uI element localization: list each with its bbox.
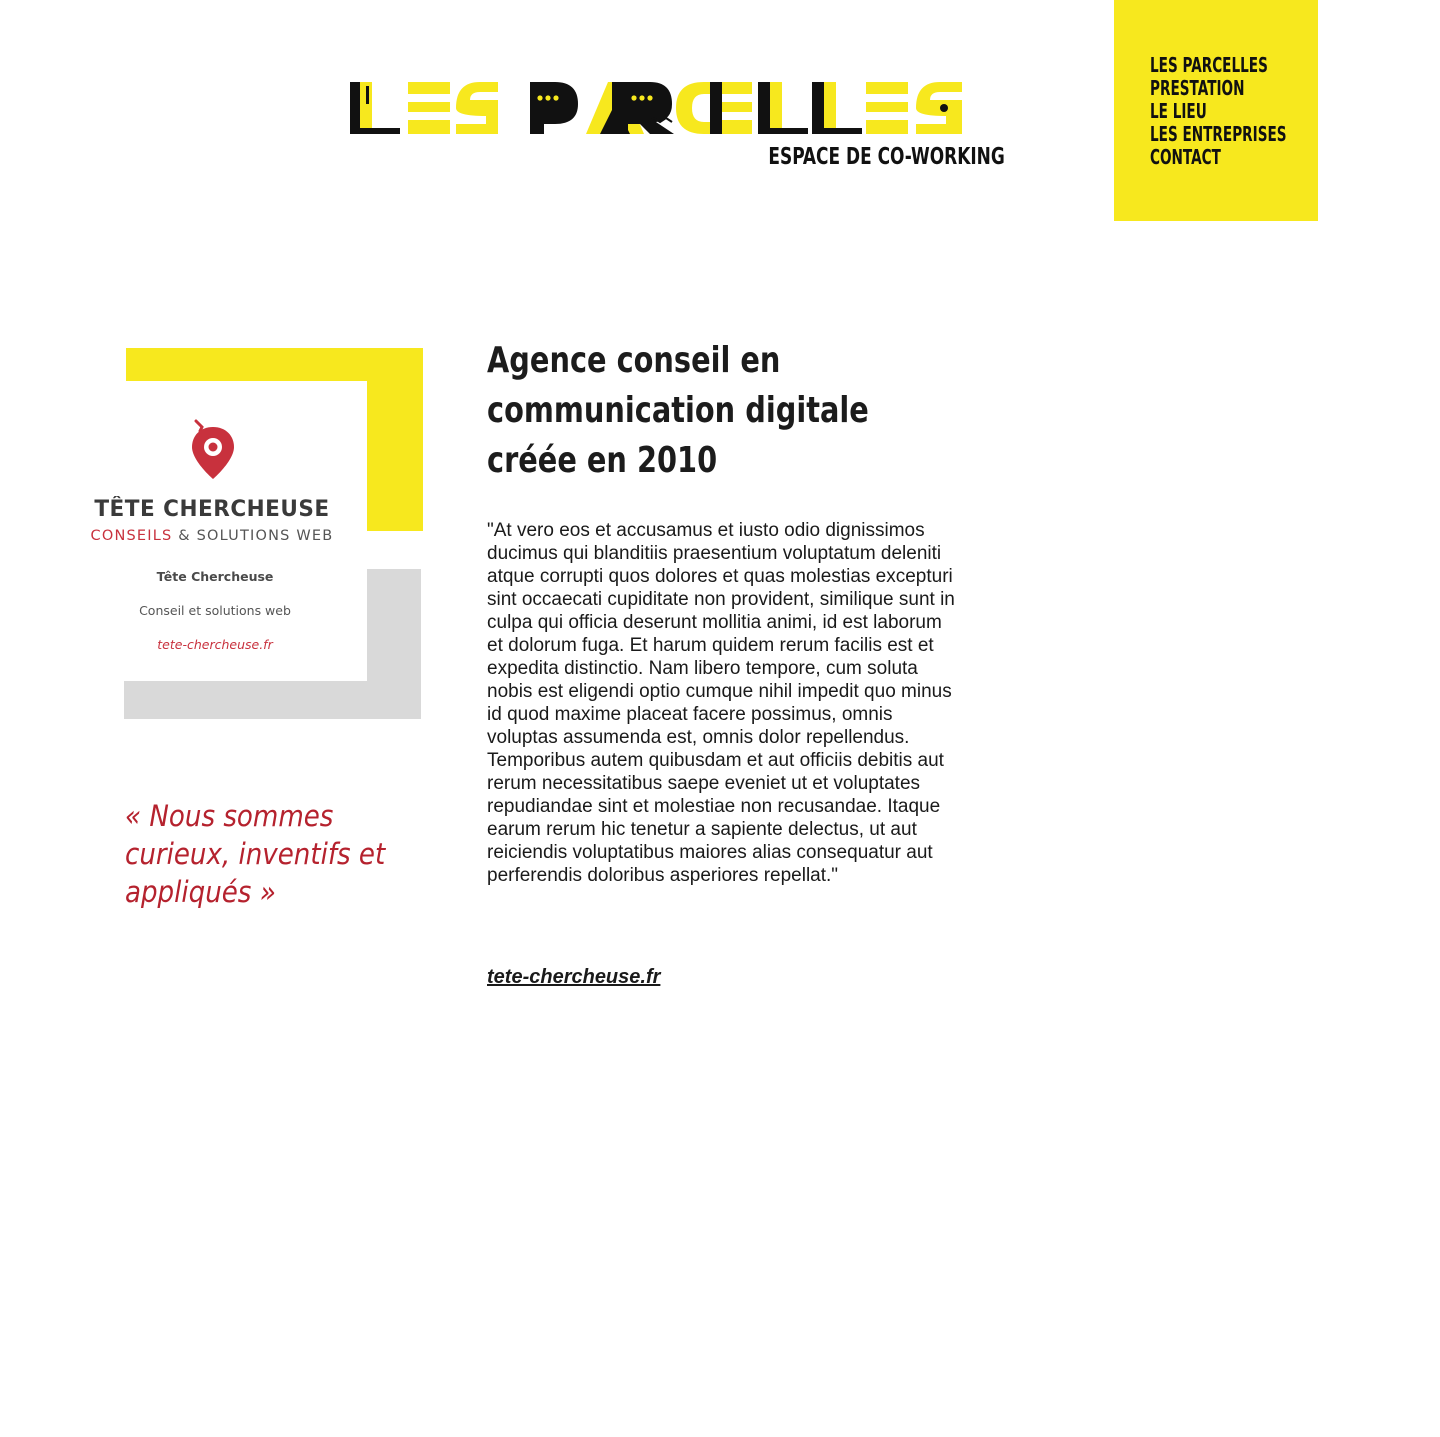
website-link[interactable]: tete-chercheuse.fr: [487, 966, 660, 989]
card-description-line: Conseil et solutions web: [139, 603, 291, 618]
nav-item-le-lieu[interactable]: LE LIEU: [1150, 100, 1287, 123]
company-quote: « Nous sommes curieux, inventifs et appl…: [125, 799, 386, 909]
card-website-line: tete-chercheuse.fr: [157, 637, 273, 652]
company-tagline: CONSEILS & SOLUTIONS WEB: [86, 528, 338, 544]
company-logo-card: TÊTE CHERCHEUSE CONSEILS & SOLUTIONS WEB…: [86, 381, 367, 681]
logo-subtitle: ESPACE DE CO-WORKING: [768, 144, 1005, 170]
tagline-rest: & SOLUTIONS WEB: [172, 528, 334, 544]
site-logo[interactable]: ESPACE DE CO-WORKING: [350, 78, 1005, 174]
nav-item-les-parcelles[interactable]: LES PARCELLES: [1150, 54, 1287, 77]
nav-item-contact[interactable]: CONTACT: [1150, 146, 1287, 169]
page-title: Agence conseil en communication digitale…: [487, 340, 869, 481]
nav-item-prestation[interactable]: PRESTATION: [1150, 77, 1287, 100]
nav-item-les-entreprises[interactable]: LES ENTREPRISES: [1150, 123, 1287, 146]
tagline-highlight: CONSEILS: [90, 528, 173, 544]
main-nav: LES PARCELLES PRESTATION LE LIEU LES ENT…: [1114, 0, 1318, 221]
card-company-line: Tête Chercheuse: [156, 569, 274, 584]
company-name: TÊTE CHERCHEUSE: [94, 497, 330, 522]
logo-lettering: [350, 82, 962, 134]
company-description: "At vero eos et accusamus et iusto odio …: [487, 520, 955, 886]
map-pin-icon: [192, 419, 234, 479]
